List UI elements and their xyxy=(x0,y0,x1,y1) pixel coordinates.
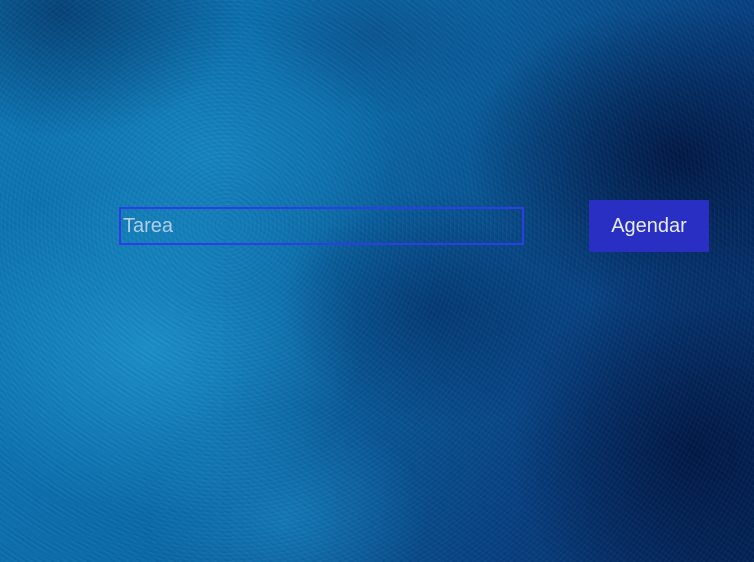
schedule-button[interactable]: Agendar xyxy=(589,200,709,252)
task-form: Agendar xyxy=(0,0,754,562)
task-input[interactable] xyxy=(119,207,524,245)
